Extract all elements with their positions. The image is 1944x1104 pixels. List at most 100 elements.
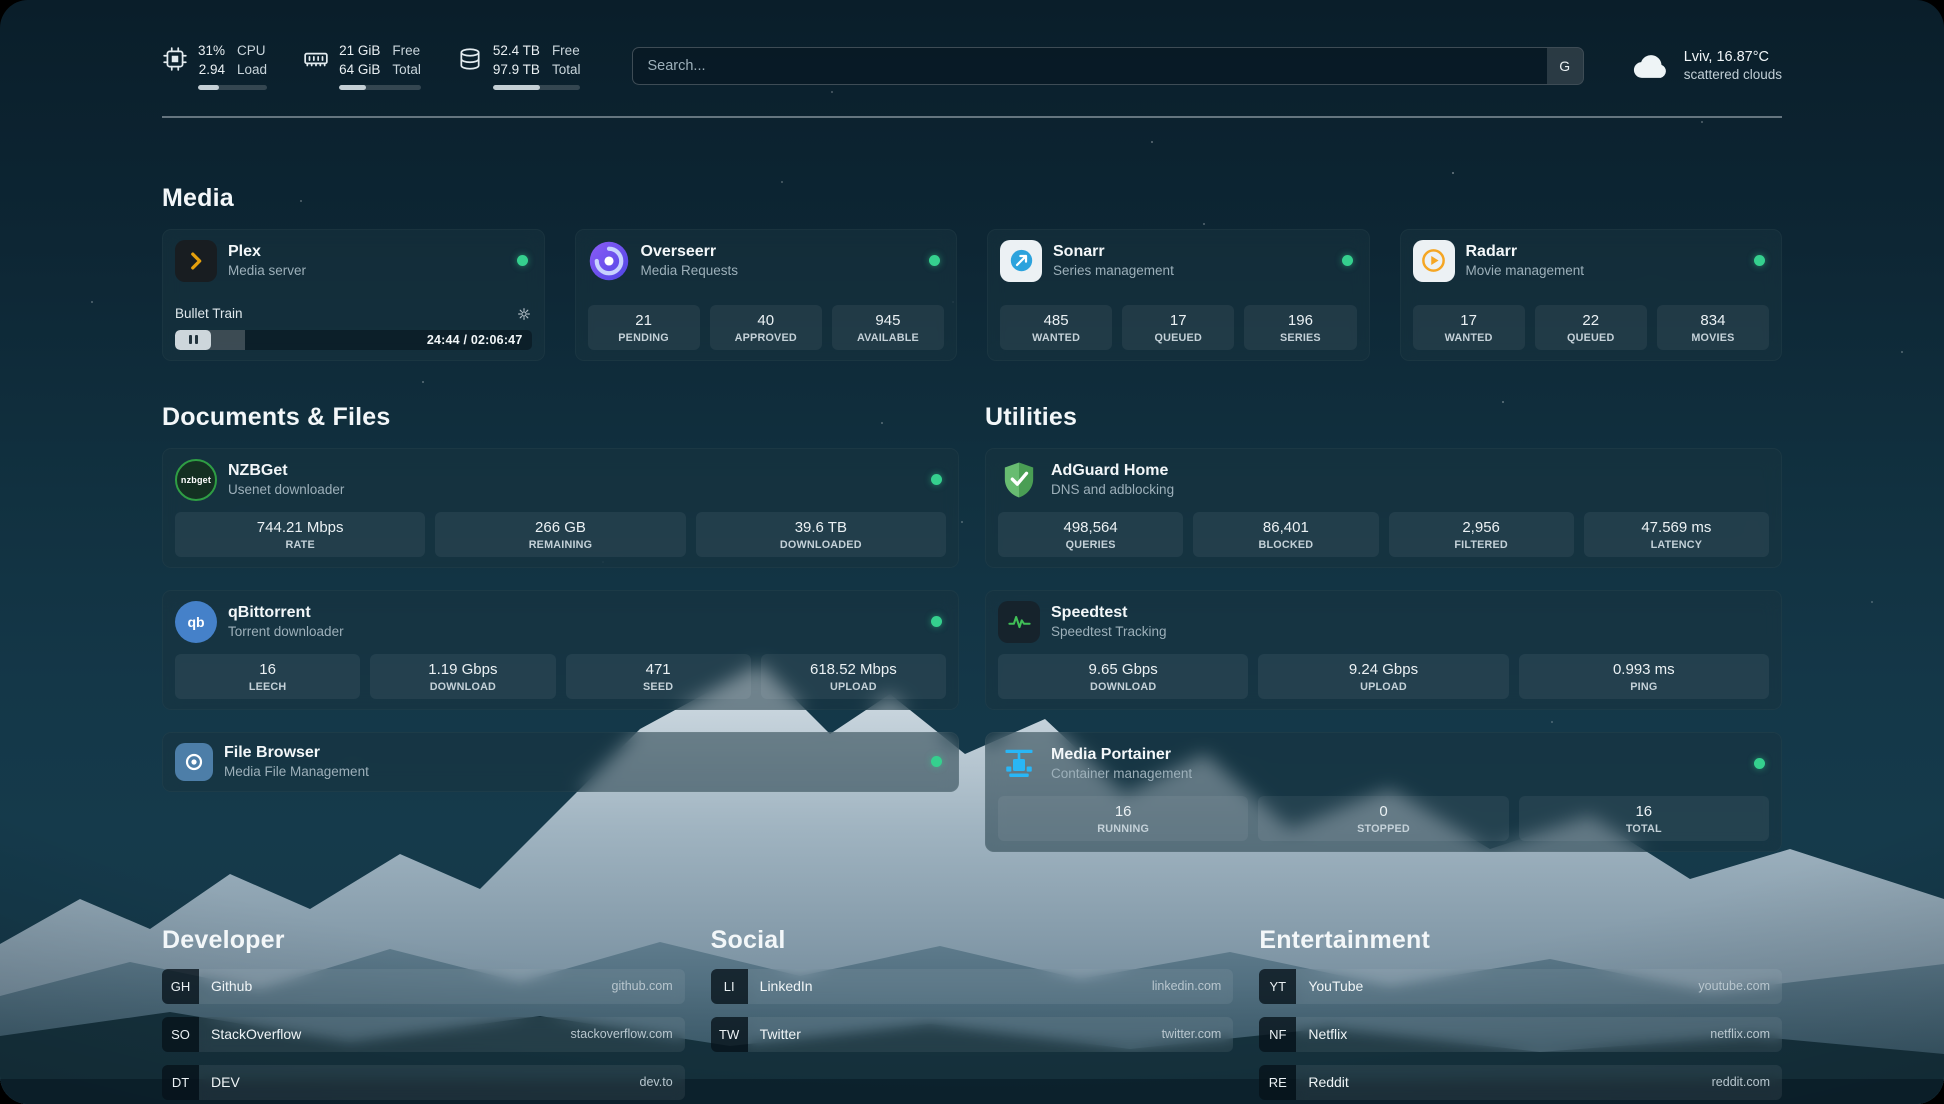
bookmark-abbr: NF (1259, 1017, 1296, 1052)
stat-block: 16 RUNNING (998, 796, 1248, 841)
documents-section: Documents & Files nzbget NZBGet Usenet d… (162, 403, 959, 792)
stat-block: 16 LEECH (175, 654, 360, 699)
bookmark-abbr: YT (1259, 969, 1296, 1004)
stat-label: RUNNING (1002, 823, 1244, 835)
filebrowser-icon (175, 743, 213, 781)
service-card-portainer[interactable]: Media Portainer Container management 16 … (985, 732, 1782, 852)
media-cards: Plex Media server Bullet Train (162, 229, 1782, 361)
disk-total-label: Total (552, 61, 581, 80)
bookmark-name: DEV (211, 1074, 240, 1090)
service-description: Media Requests (641, 263, 739, 278)
service-name: Media Portainer (1051, 746, 1192, 764)
service-card-overseerr[interactable]: Overseerr Media Requests 21 PENDING 40 A… (575, 229, 958, 361)
middle-columns: Documents & Files nzbget NZBGet Usenet d… (162, 403, 1782, 852)
bookmark-abbr: TW (711, 1017, 748, 1052)
service-card-plex[interactable]: Plex Media server Bullet Train (162, 229, 545, 361)
portainer-icon (998, 743, 1040, 785)
cpu-readout: 31% 2.94 CPU Load (198, 42, 267, 90)
memory-widget: 21 GiB 64 GiB Free Total (303, 42, 421, 90)
entertainment-bookmarks: Entertainment YT YouTube youtube.com NF … (1259, 926, 1782, 1100)
status-dot (931, 474, 942, 485)
pause-button[interactable] (175, 330, 211, 350)
stat-value: 945 (836, 312, 940, 329)
plex-now-playing: Bullet Train 24:44 / 02:06:4 (175, 306, 532, 350)
playback-progress-bar[interactable]: 24:44 / 02:06:47 (175, 330, 532, 350)
now-playing-title: Bullet Train (175, 306, 243, 321)
service-description: Container management (1051, 766, 1192, 781)
bookmark-netflix[interactable]: NF Netflix netflix.com (1259, 1017, 1782, 1052)
nzbget-stats: 744.21 Mbps RATE 266 GB REMAINING 39.6 T… (175, 512, 946, 557)
gear-icon[interactable] (516, 306, 532, 322)
status-dot (517, 255, 528, 266)
adguard-stats: 498,564 QUERIES 86,401 BLOCKED 2,956 FIL… (998, 512, 1769, 557)
service-card-adguard[interactable]: AdGuard Home DNS and adblocking 498,564 … (985, 448, 1782, 568)
search-provider-button[interactable]: G (1547, 48, 1583, 84)
service-card-radarr[interactable]: Radarr Movie management 17 WANTED 22 QUE… (1400, 229, 1783, 361)
stat-label: DOWNLOAD (1002, 681, 1244, 693)
service-name: Plex (228, 243, 306, 261)
qbittorrent-titles: qBittorrent Torrent downloader (228, 604, 344, 639)
stat-value: 17 (1126, 312, 1230, 329)
qbittorrent-header: qb qBittorrent Torrent downloader (175, 601, 946, 643)
radarr-header: Radarr Movie management (1413, 240, 1770, 282)
stat-label: UPLOAD (1262, 681, 1504, 693)
dashboard-screen: 31% 2.94 CPU Load (0, 0, 1944, 1104)
cpu-progress-track (198, 85, 267, 90)
bookmark-url: linkedin.com (1152, 979, 1221, 993)
bookmark-youtube[interactable]: YT YouTube youtube.com (1259, 969, 1782, 1004)
cpu-widget: 31% 2.94 CPU Load (162, 42, 267, 90)
stat-block: 39.6 TB DOWNLOADED (696, 512, 946, 557)
bookmark-abbr: RE (1259, 1065, 1296, 1100)
stat-value: 16 (1523, 803, 1765, 820)
stat-label: SERIES (1248, 332, 1352, 344)
sonarr-titles: Sonarr Series management (1053, 243, 1174, 278)
bookmark-reddit[interactable]: RE Reddit reddit.com (1259, 1065, 1782, 1100)
memory-free-label: Free (392, 42, 421, 61)
radarr-icon (1413, 240, 1455, 282)
stat-value: 266 GB (439, 519, 681, 536)
service-card-speedtest[interactable]: Speedtest Speedtest Tracking 9.65 Gbps D… (985, 590, 1782, 710)
sonarr-stats: 485 WANTED 17 QUEUED 196 SERIES (1000, 305, 1357, 350)
service-card-filebrowser[interactable]: File Browser Media File Management (162, 732, 959, 792)
stat-block: 17 QUEUED (1122, 305, 1234, 350)
section-title-media: Media (162, 184, 1782, 213)
stat-block: 9.65 Gbps DOWNLOAD (998, 654, 1248, 699)
disk-icon (457, 46, 483, 72)
stat-label: LEECH (179, 681, 356, 693)
cpu-load-label: Load (237, 61, 267, 80)
service-card-nzbget[interactable]: nzbget NZBGet Usenet downloader 744.21 M… (162, 448, 959, 568)
service-description: Media server (228, 263, 306, 278)
bookmark-abbr: LI (711, 969, 748, 1004)
memory-total: 64 GiB (339, 61, 380, 80)
stat-block: 1.19 Gbps DOWNLOAD (370, 654, 555, 699)
service-card-sonarr[interactable]: Sonarr Series management 485 WANTED 17 Q… (987, 229, 1370, 361)
status-dot (931, 616, 942, 627)
bookmark-linkedin[interactable]: LI LinkedIn linkedin.com (711, 969, 1234, 1004)
bookmark-github[interactable]: GH Github github.com (162, 969, 685, 1004)
portainer-stats: 16 RUNNING 0 STOPPED 16 TOTAL (998, 796, 1769, 841)
stat-block: 21 PENDING (588, 305, 700, 350)
search-input[interactable] (633, 58, 1546, 74)
service-description: Speedtest Tracking (1051, 624, 1167, 639)
overseerr-stats: 21 PENDING 40 APPROVED 945 AVAILABLE (588, 305, 945, 350)
service-card-qbittorrent[interactable]: qb qBittorrent Torrent downloader 16 LEE… (162, 590, 959, 710)
disk-readout: 52.4 TB 97.9 TB Free Total (493, 42, 581, 90)
memory-total-label: Total (392, 61, 421, 80)
snow-specks (0, 0, 2, 2)
bookmark-stackoverflow[interactable]: SO StackOverflow stackoverflow.com (162, 1017, 685, 1052)
bookmark-twitter[interactable]: TW Twitter twitter.com (711, 1017, 1234, 1052)
stat-value: 2,956 (1393, 519, 1570, 536)
stat-value: 86,401 (1197, 519, 1374, 536)
stat-block: 2,956 FILTERED (1389, 512, 1574, 557)
speedtest-header: Speedtest Speedtest Tracking (998, 601, 1769, 643)
status-dot (1342, 255, 1353, 266)
stat-value: 196 (1248, 312, 1352, 329)
service-name: File Browser (224, 744, 369, 762)
stat-block: 22 QUEUED (1535, 305, 1647, 350)
disk-progress-track (493, 85, 581, 90)
bookmark-url: github.com (612, 979, 673, 993)
disk-free-label: Free (552, 42, 581, 61)
service-description: Usenet downloader (228, 482, 344, 497)
memory-progress-track (339, 85, 421, 90)
bookmark-dev[interactable]: DT DEV dev.to (162, 1065, 685, 1100)
